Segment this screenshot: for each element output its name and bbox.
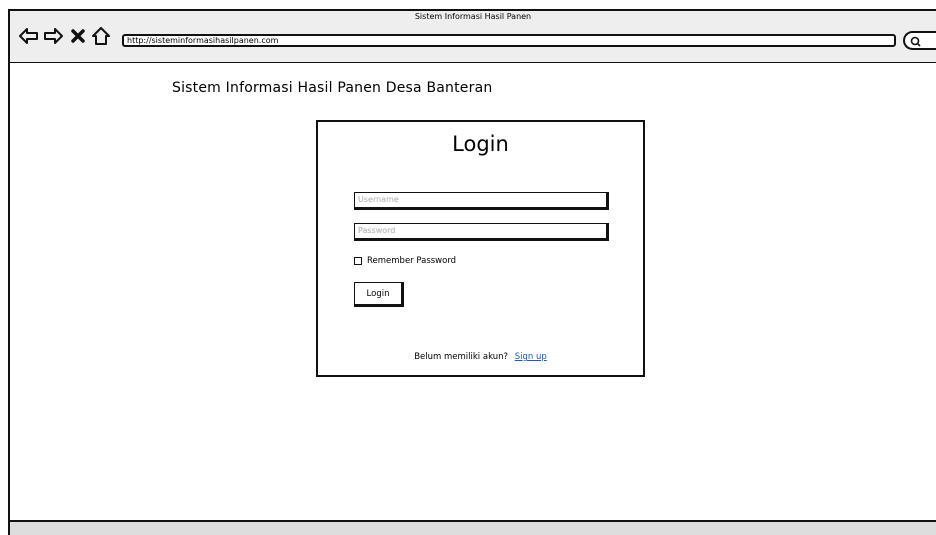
page-title: Sistem Informasi Hasil Panen Desa Banter… [172,80,493,96]
username-input[interactable]: Username [354,192,609,210]
home-icon[interactable] [90,26,112,46]
signup-prompt-line: Belum memiliki akun? Sign up [318,352,643,362]
remember-checkbox[interactable] [354,257,362,265]
remember-password-option[interactable]: Remember Password [354,256,456,266]
browser-search-button[interactable] [903,31,936,50]
url-field[interactable]: http://sisteminformasihasilpanen.com [122,34,896,47]
password-input[interactable]: Password [354,223,609,241]
signup-link[interactable]: Sign up [515,352,547,362]
close-icon[interactable] [67,26,89,46]
status-bar [8,520,936,535]
forward-arrow-icon[interactable] [42,26,64,46]
page-content: Sistem Informasi Hasil Panen Desa Banter… [8,63,936,521]
window-title: Sistem Informasi Hasil Panen [414,12,532,21]
remember-label: Remember Password [367,256,457,266]
login-panel: Login Username Password Remember Passwor… [316,120,645,377]
browser-toolbar: Sistem Informasi Hasil Panen http://sist… [8,9,936,64]
login-title: Login [452,132,509,156]
login-button[interactable]: Login [354,282,404,307]
search-icon [910,36,921,47]
back-arrow-icon[interactable] [18,26,40,46]
signup-prompt: Belum memiliki akun? [414,352,509,362]
